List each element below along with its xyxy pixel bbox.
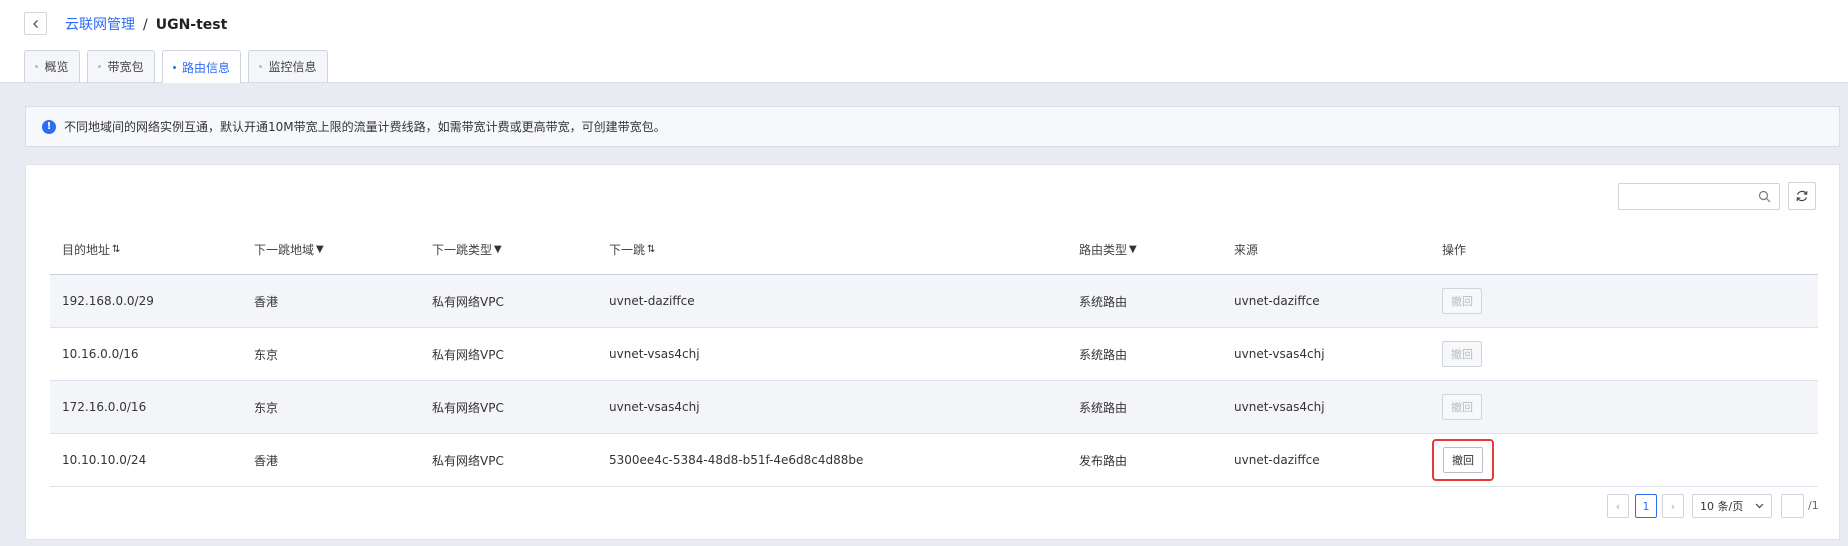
cell-destination: 192.168.0.0/29 bbox=[62, 294, 154, 308]
cell-hop-type: 私有网络VPC bbox=[432, 294, 504, 309]
header-label: 来源 bbox=[1234, 242, 1259, 257]
revoke-button[interactable]: 撤回 bbox=[1442, 394, 1482, 420]
cell-next-hop: uvnet-daziffce bbox=[609, 294, 695, 308]
info-icon: ! bbox=[42, 119, 56, 134]
next-page-button[interactable]: › bbox=[1662, 494, 1684, 518]
filter-icon[interactable]: ▼ bbox=[316, 244, 324, 255]
top-bar: 云联网管理 / UGN-test 概览 带宽包 路由信息 监控信息 bbox=[0, 0, 1848, 83]
page-jump-input[interactable] bbox=[1781, 494, 1804, 518]
table-row: 10.16.0.0/16 东京 私有网络VPC uvnet-vsas4chj 系… bbox=[50, 328, 1818, 381]
header-route-type[interactable]: 路由类型 ▼ bbox=[1079, 224, 1137, 274]
table-row: 10.10.10.0/24 香港 私有网络VPC 5300ee4c-5384-4… bbox=[50, 434, 1818, 487]
tab-monitoring[interactable]: 监控信息 bbox=[248, 50, 328, 82]
tab-overview[interactable]: 概览 bbox=[24, 50, 80, 82]
tab-dot-icon bbox=[98, 65, 102, 68]
highlight-box: 撤回 bbox=[1432, 439, 1494, 481]
search-icon[interactable] bbox=[1758, 190, 1771, 203]
cell-next-hop: 5300ee4c-5384-48d8-b51f-4e6d8c4d88be bbox=[609, 453, 864, 467]
header-next-hop[interactable]: 下一跳 ⇅ bbox=[609, 224, 655, 274]
header-next-hop-type[interactable]: 下一跳类型 ▼ bbox=[432, 224, 502, 274]
tab-dot-icon bbox=[259, 65, 263, 68]
page-size-label: 10 条/页 bbox=[1700, 500, 1744, 513]
cell-hop-type: 私有网络VPC bbox=[432, 453, 504, 468]
header-label: 下一跳 bbox=[609, 242, 646, 257]
cell-destination: 10.16.0.0/16 bbox=[62, 347, 139, 361]
tab-bandwidth-package[interactable]: 带宽包 bbox=[87, 50, 155, 82]
tab-label: 路由信息 bbox=[181, 60, 230, 75]
tab-route-info[interactable]: 路由信息 bbox=[162, 50, 241, 83]
cell-hop-type: 私有网络VPC bbox=[432, 347, 504, 362]
info-notice: ! 不同地域间的网络实例互通，默认开通10M带宽上限的流量计费线路，如需带宽计费… bbox=[25, 106, 1840, 147]
prev-page-button[interactable]: ‹ bbox=[1607, 494, 1629, 518]
cell-route-type: 系统路由 bbox=[1079, 347, 1128, 362]
header-label: 下一跳地域 bbox=[254, 242, 315, 257]
cell-destination: 172.16.0.0/16 bbox=[62, 400, 147, 414]
cell-route-type: 系统路由 bbox=[1079, 400, 1128, 415]
header-label: 目的地址 bbox=[62, 242, 111, 257]
chevron-down-icon bbox=[1755, 503, 1764, 509]
cell-source: uvnet-vsas4chj bbox=[1234, 400, 1325, 414]
cell-destination: 10.10.10.0/24 bbox=[62, 453, 147, 467]
search-box bbox=[1618, 183, 1780, 210]
header-destination[interactable]: 目的地址 ⇅ bbox=[62, 224, 120, 274]
page-total: /1 bbox=[1808, 499, 1819, 512]
cell-region: 香港 bbox=[254, 294, 279, 309]
header-label: 操作 bbox=[1442, 242, 1467, 257]
cell-route-type: 发布路由 bbox=[1079, 453, 1128, 468]
breadcrumb: 云联网管理 / UGN-test bbox=[65, 14, 227, 36]
table-row: 192.168.0.0/29 香港 私有网络VPC uvnet-daziffce… bbox=[50, 275, 1818, 328]
refresh-button[interactable] bbox=[1788, 182, 1816, 210]
revoke-button[interactable]: 撤回 bbox=[1442, 288, 1482, 314]
cell-region: 东京 bbox=[254, 347, 279, 362]
chevron-left-icon bbox=[32, 19, 38, 28]
page-number-button[interactable]: 1 bbox=[1635, 494, 1657, 518]
tab-dot-icon bbox=[172, 65, 176, 69]
header-next-hop-region[interactable]: 下一跳地域 ▼ bbox=[254, 224, 324, 274]
revoke-button[interactable]: 撤回 bbox=[1442, 341, 1482, 367]
cell-region: 香港 bbox=[254, 453, 279, 468]
back-button[interactable] bbox=[24, 12, 47, 35]
tab-label: 监控信息 bbox=[268, 60, 317, 74]
route-table-panel: 目的地址 ⇅ 下一跳地域 ▼ 下一跳类型 ▼ 下一跳 ⇅ 路由类型 ▼ 来源 操作 192… bbox=[25, 164, 1840, 540]
revoke-button[interactable]: 撤回 bbox=[1443, 447, 1483, 473]
cell-route-type: 系统路由 bbox=[1079, 294, 1128, 309]
cell-hop-type: 私有网络VPC bbox=[432, 400, 504, 415]
refresh-icon bbox=[1796, 190, 1808, 202]
header-label: 路由类型 bbox=[1079, 242, 1128, 257]
breadcrumb-separator: / bbox=[143, 17, 148, 33]
route-table: 目的地址 ⇅ 下一跳地域 ▼ 下一跳类型 ▼ 下一跳 ⇅ 路由类型 ▼ 来源 操作 192… bbox=[50, 224, 1818, 487]
header-label: 下一跳类型 bbox=[432, 242, 493, 257]
notice-text: 不同地域间的网络实例互通，默认开通10M带宽上限的流量计费线路，如需带宽计费或更… bbox=[64, 120, 666, 134]
sort-icon[interactable]: ⇅ bbox=[647, 244, 655, 255]
tab-dot-icon bbox=[35, 65, 39, 68]
cell-next-hop: uvnet-vsas4chj bbox=[609, 347, 700, 361]
breadcrumb-parent-link[interactable]: 云联网管理 bbox=[65, 17, 135, 33]
cell-source: uvnet-daziffce bbox=[1234, 453, 1320, 467]
header-source: 来源 bbox=[1234, 224, 1258, 274]
header-action: 操作 bbox=[1442, 224, 1466, 274]
table-row: 172.16.0.0/16 东京 私有网络VPC uvnet-vsas4chj … bbox=[50, 381, 1818, 434]
tab-label: 概览 bbox=[44, 60, 69, 74]
search-input[interactable] bbox=[1623, 185, 1757, 210]
filter-icon[interactable]: ▼ bbox=[1129, 244, 1137, 255]
cell-region: 东京 bbox=[254, 400, 279, 415]
cell-source: uvnet-vsas4chj bbox=[1234, 347, 1325, 361]
filter-icon[interactable]: ▼ bbox=[494, 244, 502, 255]
cell-next-hop: uvnet-vsas4chj bbox=[609, 400, 700, 414]
sort-icon[interactable]: ⇅ bbox=[112, 244, 120, 255]
breadcrumb-current: UGN-test bbox=[155, 17, 228, 33]
cell-source: uvnet-daziffce bbox=[1234, 294, 1320, 308]
table-header: 目的地址 ⇅ 下一跳地域 ▼ 下一跳类型 ▼ 下一跳 ⇅ 路由类型 ▼ 来源 操作 bbox=[50, 224, 1818, 275]
tab-label: 带宽包 bbox=[107, 60, 144, 74]
page-size-select[interactable]: 10 条/页 bbox=[1692, 494, 1772, 518]
